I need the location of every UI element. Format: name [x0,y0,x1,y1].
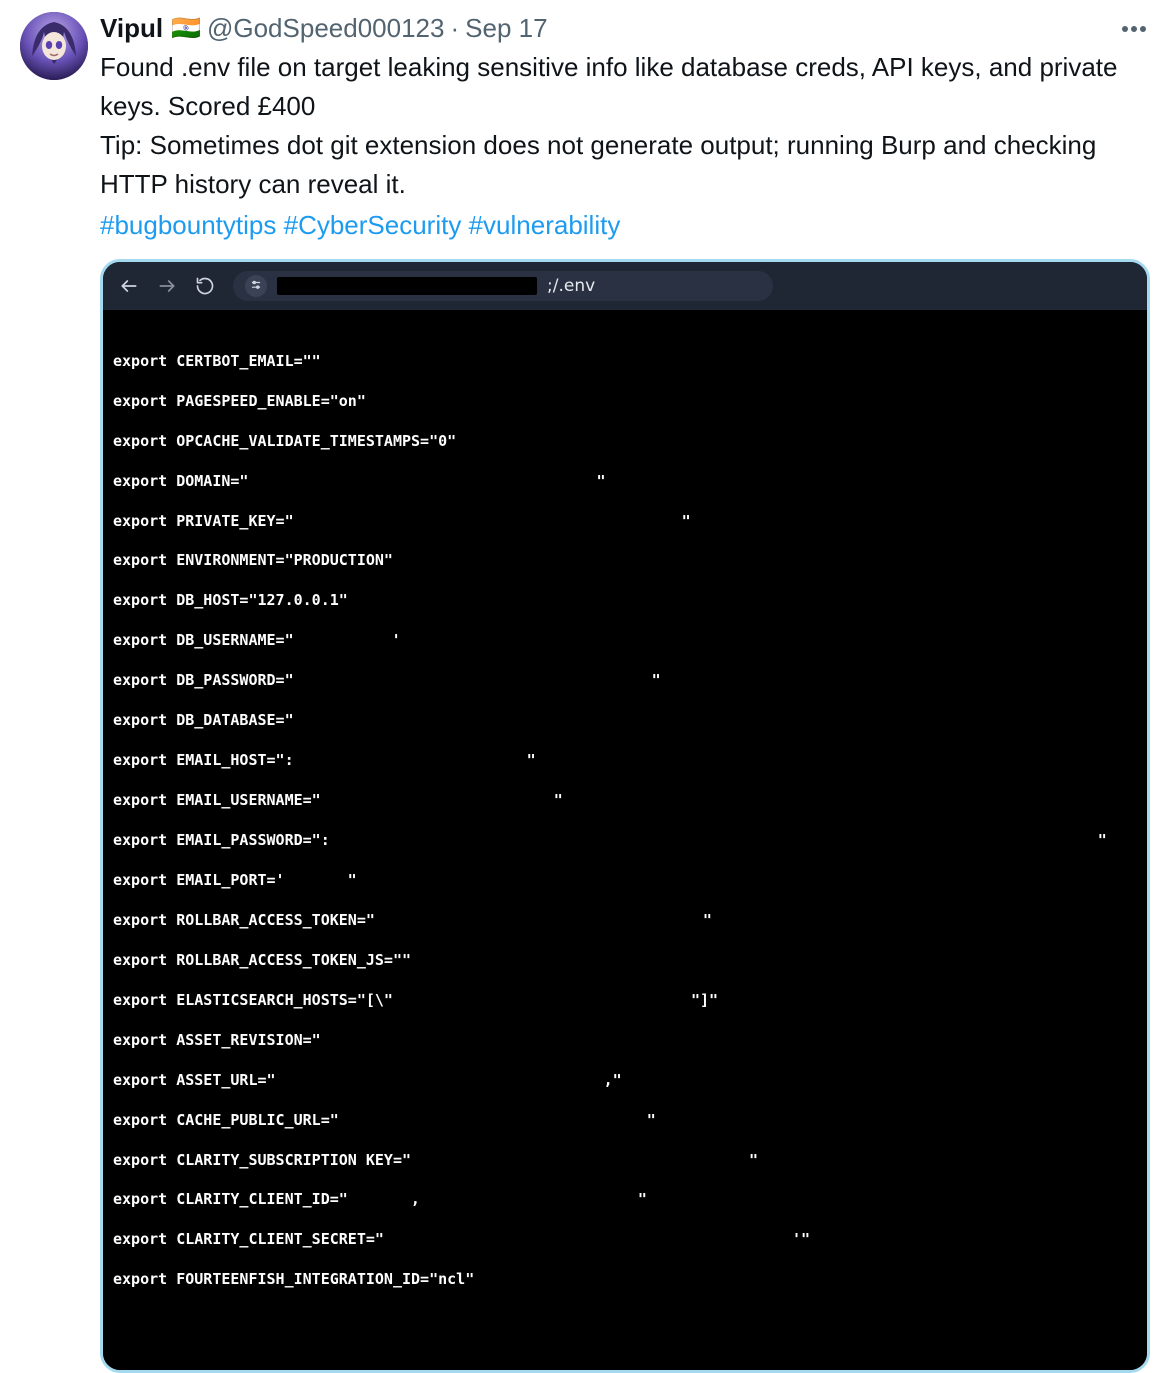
env-file-content: export CERTBOT_EMAIL="" export PAGESPEED… [103,310,1147,1370]
site-settings-icon[interactable] [245,275,267,297]
user-handle[interactable]: @GodSpeed000123 [207,12,444,46]
back-icon[interactable] [119,276,139,296]
tweet-text: Found .env file on target leaking sensit… [100,48,1150,204]
reload-icon[interactable] [195,276,215,296]
hashtag-cybersecurity[interactable]: #CyberSecurity [284,210,462,240]
post-date[interactable]: Sep 17 [465,12,547,46]
tweet-line-1: Found .env file on target leaking sensit… [100,52,1117,121]
tweet: Vipul 🇮🇳 @GodSpeed000123 · Sep 17 Found … [0,0,1170,1373]
embedded-image-card[interactable]: ;/.env export CERTBOT_EMAIL="" export PA… [100,259,1150,1373]
hashtag-vulnerability[interactable]: #vulnerability [469,210,621,240]
url-bar[interactable]: ;/.env [233,271,773,301]
separator-dot: · [450,12,459,46]
hashtag-row: #bugbountytips #CyberSecurity #vulnerabi… [100,206,1150,245]
flag-icon: 🇮🇳 [171,13,201,44]
hashtag-bugbountytips[interactable]: #bugbountytips [100,210,276,240]
tweet-line-2: Tip: Sometimes dot git extension does no… [100,130,1096,199]
avatar[interactable] [20,12,88,80]
url-redacted [277,277,537,295]
forward-icon[interactable] [157,276,177,296]
more-options-icon[interactable] [1118,22,1150,36]
url-visible: ;/.env [547,276,595,296]
browser-toolbar: ;/.env [103,262,1147,310]
display-name[interactable]: Vipul [100,12,163,46]
